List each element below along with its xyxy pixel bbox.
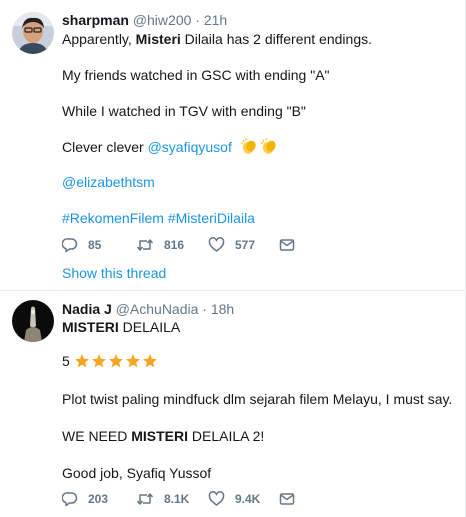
reply-count: 203 [88,492,109,506]
separator-dot: · [195,12,200,28]
need-suffix: DELAILA 2! [188,428,265,444]
reply-icon [62,492,78,507]
star-icon [91,353,107,373]
tweet-text-clever: Clever clever @syafiqyusof [62,137,278,159]
hashtags: #RekomenFilem #MisteriDilaila [62,209,255,227]
retweet-button[interactable]: 816 [136,235,184,255]
retweet-count: 816 [164,238,185,252]
clever-prefix: Clever clever [62,139,148,155]
display-name[interactable]: Nadia J [62,301,112,317]
star-icon [142,353,158,373]
intro-bold: Misteri [135,31,181,47]
tweet-text-goodjob: Good job, Syafiq Yussof [62,465,212,481]
direct-message-button[interactable] [279,235,295,255]
like-button[interactable]: 577 [208,235,255,255]
tweet-text-gsc: My friends watched in GSC with ending "A… [62,67,330,83]
show-thread-link[interactable]: Show this thread [62,264,166,282]
reply-count: 85 [88,238,102,252]
tweet-nadia[interactable]: Nadia J @AchuNadia · 18h MISTERI DELAILA… [0,291,466,517]
tweet-text-tgv: While I watched in TGV with ending "B" [62,103,306,119]
clapping-hands-icon [240,137,258,159]
star-rating [74,353,159,369]
reply-icon [62,238,78,253]
tweet-text-intro: Apparently, Misteri Dilaila has 2 differ… [62,30,372,48]
title-rest: DELAILA [118,319,181,335]
rating-line: 5 [62,352,159,373]
tweet-title: MISTERI DELAILA [62,318,180,336]
like-count: 577 [235,238,256,252]
clapping-hands-icon [260,137,278,159]
reply-button[interactable]: 203 [62,489,108,509]
retweet-count: 8.1K [164,492,190,506]
message-icon [279,239,295,251]
star-icon [125,353,141,373]
intro-suffix: Dilaila has 2 different endings. [180,31,372,47]
hashtag-rekomenfilem[interactable]: #RekomenFilem [62,210,164,226]
tweet-text-need: WE NEED MISTERI DELAILA 2! [62,427,264,445]
timestamp[interactable]: 21h [204,12,227,28]
avatar-nadia-image [12,300,54,342]
mention-syafiqyusof[interactable]: @syafiqyusof [148,139,232,155]
user-handle[interactable]: @hiw200 [133,12,192,28]
direct-message-button[interactable] [279,489,295,509]
like-icon [208,237,225,252]
mention-elizabethtsm[interactable]: @elizabethtsm [62,173,155,191]
like-button[interactable]: 9.4K [208,489,260,509]
title-bold: MISTERI [62,319,119,335]
timeline: sharpman @hiw200 · 21h Apparently, Miste… [0,0,466,517]
need-bold: MISTERI [131,428,189,444]
user-handle[interactable]: @AchuNadia [116,301,199,317]
like-count: 9.4K [235,492,261,506]
hashtag-misteridilaila[interactable]: #MisteriDilaila [168,210,255,226]
star-icon [74,353,90,373]
reply-button[interactable]: 85 [62,235,101,255]
retweet-button[interactable]: 8.1K [136,489,189,509]
tweet-actions: 85 816 577 [62,235,362,255]
avatar-sharpman-image [12,12,54,54]
need-prefix: WE NEED [62,428,132,444]
tweet-text-plot: Plot twist paling mindfuck dlm sejarah f… [62,391,453,407]
retweet-icon [136,239,154,251]
tweet-header: Nadia J @AchuNadia · 18h [62,300,234,318]
tweet-sharpman[interactable]: sharpman @hiw200 · 21h Apparently, Miste… [0,0,466,290]
avatar-sharpman[interactable] [12,12,54,54]
avatar-nadia[interactable] [12,300,54,342]
like-icon [208,491,225,506]
retweet-icon [136,493,154,505]
intro-prefix: Apparently, [62,31,136,47]
star-icon [108,353,124,373]
display-name[interactable]: sharpman [62,12,129,28]
rating-number: 5 [62,353,70,369]
tweet-actions: 203 8.1K 9.4K [62,489,362,509]
tweet-header: sharpman @hiw200 · 21h [62,11,227,29]
separator-dot: · [202,301,207,317]
timestamp[interactable]: 18h [211,301,234,317]
message-icon [279,493,295,505]
